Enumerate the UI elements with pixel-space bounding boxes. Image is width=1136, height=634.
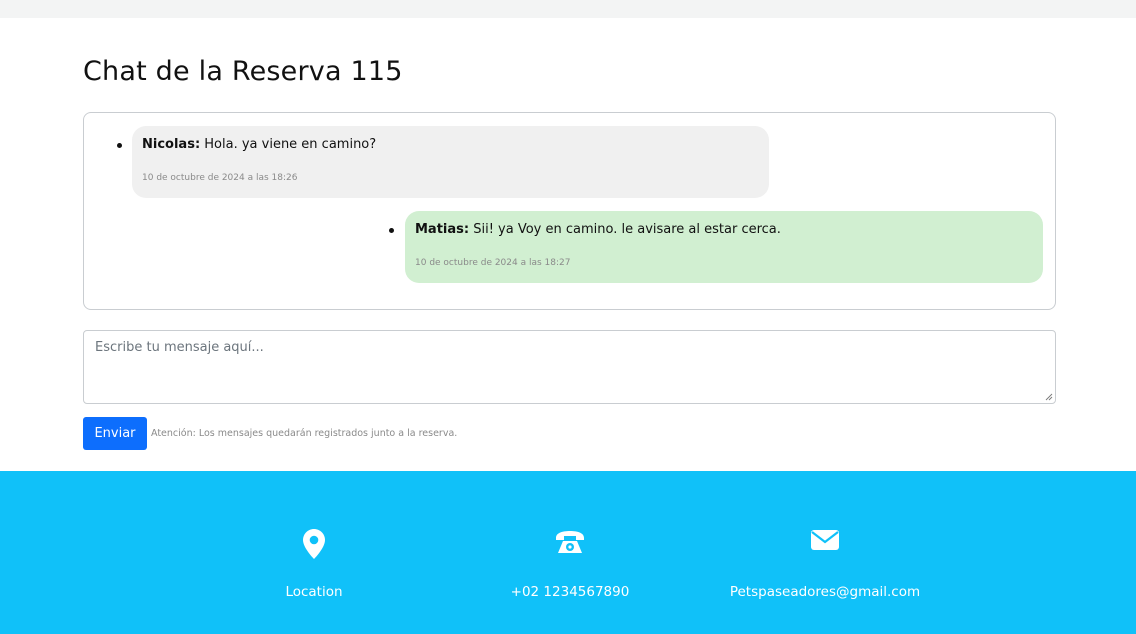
message-line: Matias: Sii! ya Voy en camino. le avisar… [415,222,1033,238]
footer-phone-label[interactable]: +02 1234567890 [440,584,700,600]
message-author: Matias: [415,222,470,237]
phone-icon [556,531,584,553]
message-textarea[interactable]: Escribe tu mensaje aquí... [83,330,1056,404]
send-button[interactable]: Enviar [83,417,147,450]
message-timestamp: 10 de octubre de 2024 a las 18:27 [415,258,571,268]
message-text: Hola. ya viene en camino? [200,137,377,152]
message-timestamp: 10 de octubre de 2024 a las 18:26 [142,173,298,183]
footer-location-label[interactable]: Location [184,584,444,600]
message-placeholder: Escribe tu mensaje aquí... [95,340,264,355]
notice-text: Atención: Los mensajes quedarán registra… [151,428,458,439]
list-bullet [117,143,122,148]
top-navbar-strip [0,0,1136,18]
chat-message-outgoing: Matias: Sii! ya Voy en camino. le avisar… [405,211,1043,283]
footer: Location +02 1234567890 Petspaseadores@g… [0,471,1136,634]
resize-handle-icon[interactable] [1045,393,1053,401]
footer-email-label[interactable]: Petspaseadores@gmail.com [695,584,955,600]
chat-messages-box: Nicolas: Hola. ya viene en camino? 10 de… [83,112,1056,310]
chat-message-incoming: Nicolas: Hola. ya viene en camino? 10 de… [132,126,769,198]
location-pin-icon [303,529,325,559]
message-author: Nicolas: [142,137,201,152]
list-bullet [389,228,394,233]
message-text: Sii! ya Voy en camino. le avisare al est… [469,222,781,237]
page-title: Chat de la Reserva 115 [83,56,403,87]
envelope-icon [811,530,839,550]
message-line: Nicolas: Hola. ya viene en camino? [142,137,759,153]
